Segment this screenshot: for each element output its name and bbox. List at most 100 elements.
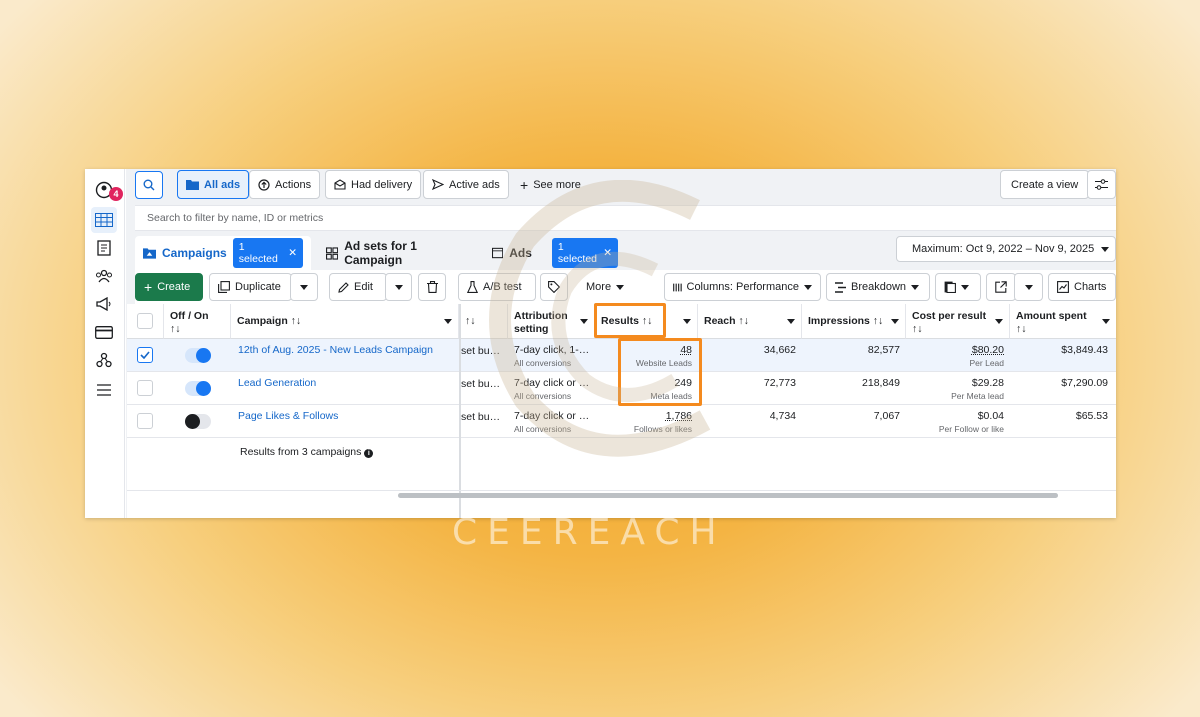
delete-button[interactable] — [418, 273, 446, 301]
campaign-name-link[interactable]: 12th of Aug. 2025 - New Leads Campaign — [238, 344, 453, 356]
header-amount-spent[interactable]: Amount spent ↑↓ — [1010, 304, 1116, 339]
chevron-down-icon — [444, 319, 452, 324]
chevron-down-icon — [995, 319, 1003, 324]
audiences-icon[interactable] — [91, 263, 117, 289]
view-settings-button[interactable] — [1087, 170, 1116, 199]
header-off-on[interactable]: Off / On ↑↓ — [164, 304, 231, 339]
create-button[interactable]: + Create — [135, 273, 203, 301]
columns-icon — [673, 283, 682, 291]
results-sub: Follows or likes — [633, 424, 692, 434]
filter-active-ads[interactable]: Active ads — [423, 170, 509, 199]
amount-spent-value: $3,849.43 — [1061, 344, 1108, 356]
header-reach[interactable]: Reach ↑↓ — [698, 304, 802, 339]
menu-icon[interactable] — [91, 377, 117, 403]
header-impressions[interactable]: Impressions ↑↓ — [802, 304, 906, 339]
trash-icon — [426, 281, 438, 293]
duplicate-dropdown[interactable] — [290, 273, 318, 301]
breakdown-button[interactable]: Breakdown — [826, 273, 930, 301]
results-value: 249 — [674, 377, 692, 389]
row-checkbox[interactable] — [137, 347, 153, 363]
results-value: 48 — [680, 344, 692, 356]
results-sub: Meta leads — [650, 391, 692, 401]
clear-icon[interactable]: ✕ — [603, 247, 612, 259]
pages-icon[interactable] — [91, 235, 117, 261]
notification-badge: 4 — [109, 187, 123, 201]
plus-icon: + — [520, 176, 529, 193]
search-icon — [143, 179, 155, 191]
search-input[interactable]: Search to filter by name, ID or metrics — [135, 205, 1116, 231]
impressions-value: 82,577 — [867, 344, 900, 356]
row-checkbox[interactable] — [137, 380, 153, 396]
search-button[interactable] — [135, 171, 163, 199]
header-results[interactable]: Results ↑↓ — [595, 304, 698, 339]
tab-ad-sets[interactable]: Ad sets for 1 Campaign — [318, 236, 478, 270]
horizontal-scrollbar[interactable] — [398, 493, 1058, 498]
header-bid-strategy[interactable]: ↑↓ — [459, 304, 508, 339]
watermark-text: CEEREACH — [452, 512, 727, 553]
ads-selected-pill[interactable]: 1 selected ✕ — [551, 238, 618, 268]
bid-strategy: set bu… — [461, 345, 501, 357]
campaign-name-link[interactable]: Page Likes & Follows — [238, 410, 453, 422]
attribution-value: 7-day click or … — [514, 410, 590, 422]
row-checkbox[interactable] — [137, 413, 153, 429]
chevron-down-icon — [804, 284, 812, 290]
reports-icon — [944, 281, 956, 293]
reports-button[interactable] — [935, 273, 981, 301]
attribution-sub: All conversions — [514, 391, 572, 401]
edit-button[interactable]: Edit — [329, 273, 387, 301]
billing-card-icon[interactable] — [91, 319, 117, 345]
attribution-sub: All conversions — [514, 424, 572, 434]
main-content: All ads Actions Had delivery Active ads … — [126, 169, 1116, 518]
bid-strategy: set bu… — [461, 411, 501, 423]
duplicate-button[interactable]: Duplicate — [209, 273, 292, 301]
select-all-checkbox[interactable] — [137, 313, 153, 329]
export-dropdown[interactable] — [1014, 273, 1043, 301]
more-button[interactable]: More — [578, 273, 638, 301]
envelope-icon — [334, 179, 346, 190]
campaign-name-link[interactable]: Lead Generation — [238, 377, 453, 389]
table-row[interactable]: Lead Generation set bu… 7-day click or …… — [127, 372, 1116, 405]
campaigns-table-icon[interactable] — [91, 207, 117, 233]
campaigns-selected-pill[interactable]: 1 selected ✕ — [232, 238, 303, 268]
attribution-sub: All conversions — [514, 358, 572, 368]
create-view-button[interactable]: Create a view — [1000, 170, 1090, 199]
megaphone-icon[interactable] — [91, 291, 117, 317]
export-button[interactable] — [986, 273, 1016, 301]
clear-icon[interactable]: ✕ — [288, 247, 297, 259]
date-range-picker[interactable]: Maximum: Oct 9, 2022 – Nov 9, 2025 — [896, 236, 1116, 262]
cost-per-result-value: $80.20 — [971, 344, 1004, 356]
chart-icon — [1057, 281, 1069, 293]
tab-campaigns[interactable]: Campaigns 1 selected ✕ — [135, 236, 311, 270]
chevron-down-icon — [911, 284, 920, 290]
table-row[interactable]: Page Likes & Follows set bu… 7-day click… — [127, 405, 1116, 438]
scrollbar-thumb[interactable] — [398, 493, 1058, 498]
table-row[interactable]: 12th of Aug. 2025 - New Leads Campaign s… — [127, 339, 1116, 372]
results-summary: Results from 3 campaigns i — [240, 446, 374, 458]
account-icon[interactable]: 4 — [91, 177, 123, 203]
results-sub: Website Leads — [635, 358, 692, 368]
delivery-toggle[interactable] — [185, 348, 211, 363]
columns-button[interactable]: Columns: Performance — [664, 273, 821, 301]
header-select-all[interactable] — [127, 304, 164, 339]
delivery-toggle[interactable] — [185, 381, 211, 396]
impressions-value: 7,067 — [873, 410, 900, 422]
edit-dropdown[interactable] — [385, 273, 412, 301]
charts-button[interactable]: Charts — [1048, 273, 1116, 301]
header-campaign[interactable]: Campaign ↑↓ — [231, 304, 459, 339]
header-cost-per-result[interactable]: Cost per result ↑↓ — [906, 304, 1010, 339]
ab-test-button[interactable]: A/B test — [458, 273, 536, 301]
reach-value: 34,662 — [763, 344, 796, 356]
see-more-button[interactable]: + See more — [512, 170, 589, 199]
info-icon[interactable]: i — [364, 449, 374, 458]
results-value: 1,786 — [665, 410, 692, 422]
filter-had-delivery[interactable]: Had delivery — [325, 170, 422, 199]
header-attribution[interactable]: Attribution setting — [508, 304, 595, 339]
checkmark-icon — [140, 351, 150, 359]
delivery-toggle[interactable] — [185, 414, 211, 429]
ad-window-icon — [492, 247, 504, 259]
tab-ads[interactable]: Ads 1 selected ✕ — [484, 236, 626, 270]
tag-button[interactable] — [540, 273, 568, 301]
filter-actions[interactable]: Actions — [249, 170, 321, 199]
business-tools-icon[interactable] — [91, 347, 117, 373]
filter-all-ads[interactable]: All ads — [177, 170, 250, 199]
